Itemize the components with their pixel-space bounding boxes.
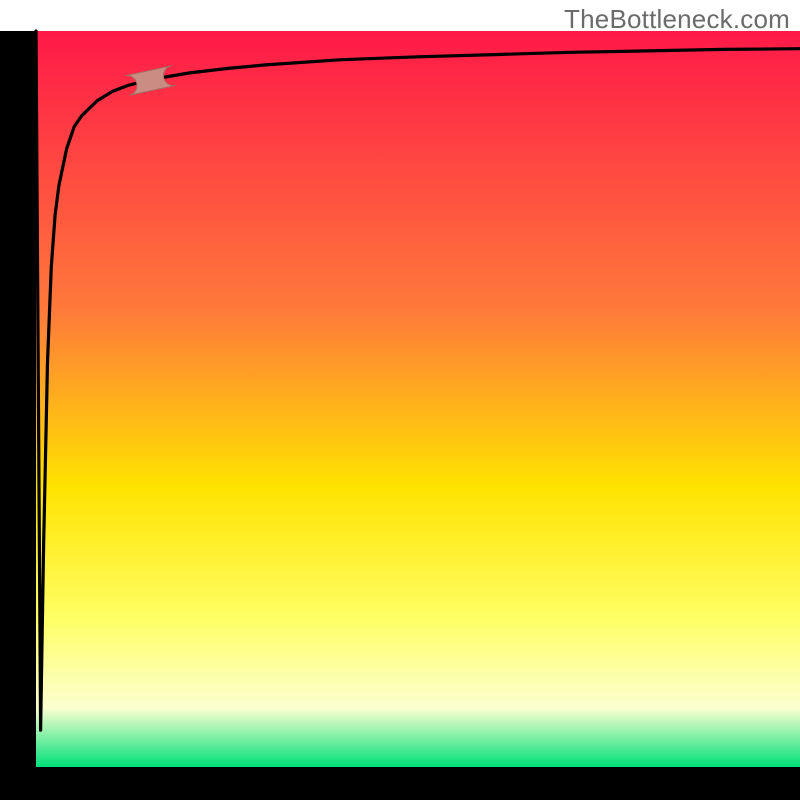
x-axis xyxy=(0,767,800,800)
y-axis xyxy=(0,31,36,767)
plot-background xyxy=(36,31,800,767)
chart-svg xyxy=(0,0,800,800)
chart-stage: TheBottleneck.com xyxy=(0,0,800,800)
watermark-text: TheBottleneck.com xyxy=(564,4,790,35)
